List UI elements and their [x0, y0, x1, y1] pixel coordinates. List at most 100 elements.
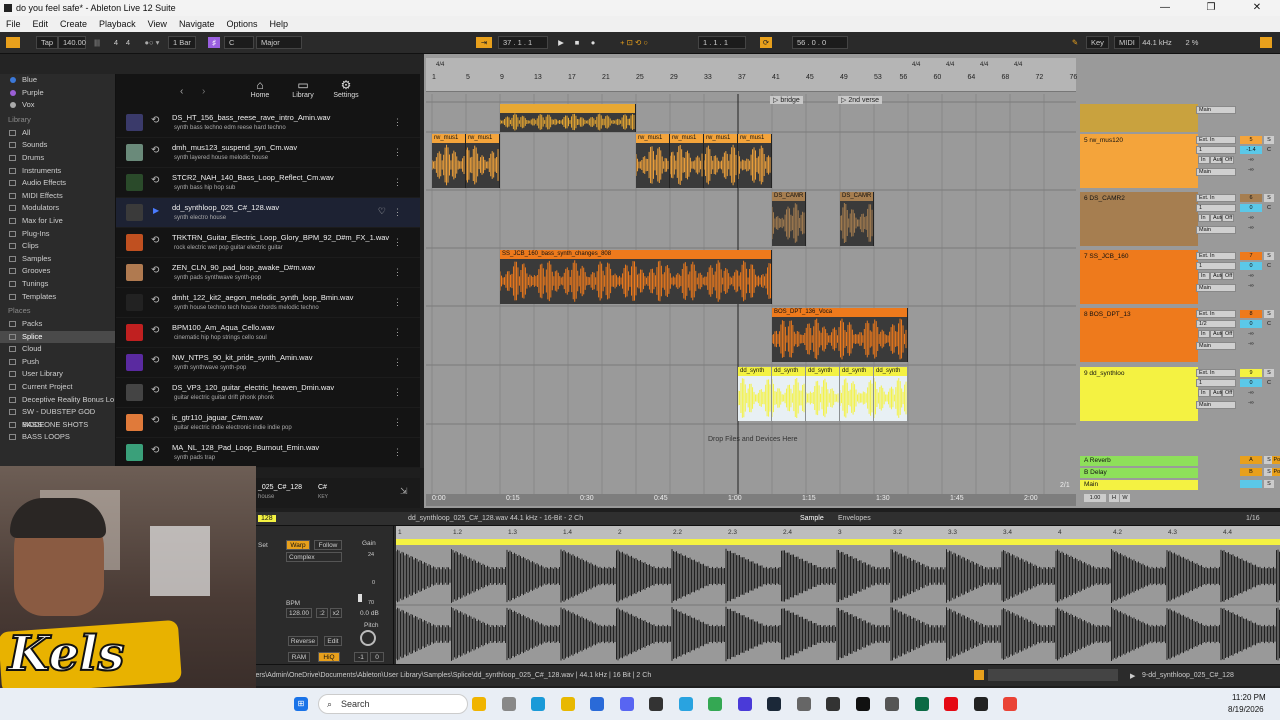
color-tag-purple[interactable]: Purple [0, 87, 115, 100]
half-tempo-button[interactable]: :2 [316, 608, 328, 618]
record-icon[interactable]: ● [588, 37, 598, 48]
more-icon[interactable]: ⋮ [393, 117, 402, 128]
monitor-off[interactable]: Off [1222, 330, 1234, 338]
play-icon[interactable]: ▶ [153, 206, 159, 215]
close-button[interactable]: ✕ [1234, 0, 1280, 16]
color-tag-blue[interactable]: Blue [0, 74, 115, 87]
settings-icon[interactable] [796, 697, 811, 711]
monitor-off[interactable]: Off [1222, 214, 1234, 222]
send-b[interactable]: -∞ [1240, 224, 1262, 232]
places-item-sw---dubstep-god-mode[interactable]: SW - DUBSTEP GOD MODE [0, 406, 115, 429]
arrangement-clip[interactable]: rw_mus1 [704, 134, 738, 188]
edit-button[interactable]: Edit [324, 636, 342, 646]
track-header[interactable]: 8 BOS_DPT_13 [1080, 308, 1198, 362]
overview-scrubber[interactable] [988, 669, 1118, 681]
scale-mode-icon[interactable]: ♯ [208, 37, 220, 48]
store-icon[interactable] [590, 697, 604, 711]
menu-view[interactable]: View [148, 19, 167, 29]
library-item-modulators[interactable]: Modulators [0, 202, 115, 215]
ram-button[interactable]: RAM [288, 652, 310, 662]
more-icon[interactable]: ⋮ [393, 297, 402, 308]
arrangement-clip[interactable]: dd_synth [738, 367, 772, 421]
bar-ruler[interactable]: 1 5 9 13 17 21 25 29 33 37 41 45 49 53 56 60 64 68 72 76 4/4… [426, 58, 1077, 92]
menu-options[interactable]: Options [226, 19, 257, 29]
file-explorer-icon[interactable] [472, 697, 486, 711]
library-item-all[interactable]: All [0, 127, 115, 140]
send-b[interactable]: -∞ [1240, 166, 1262, 174]
volume-field[interactable]: 0 [1240, 320, 1262, 328]
track-activator[interactable]: 9 [1240, 369, 1262, 377]
output-select[interactable]: Main [1196, 168, 1236, 176]
windows-start-icon[interactable]: ⊞ [294, 697, 308, 711]
arrangement-clip[interactable]: dd_synth [772, 367, 806, 421]
more-icon[interactable]: ⋮ [393, 327, 402, 338]
menu-create[interactable]: Create [60, 19, 87, 29]
back-arrow-icon[interactable]: ‹ [180, 86, 183, 97]
library-item-tunings[interactable]: Tunings [0, 278, 115, 291]
library-item-instruments[interactable]: Instruments [0, 165, 115, 178]
loop-brace[interactable] [396, 539, 1280, 545]
arrangement-clip[interactable]: DS_CAMR [840, 192, 874, 246]
send-b[interactable]: -∞ [1240, 282, 1262, 290]
output-select[interactable]: Main [1196, 401, 1236, 409]
library-item-samples[interactable]: Samples [0, 253, 115, 266]
input-select[interactable]: Ext. In [1196, 136, 1236, 144]
arrangement-clip[interactable]: rw_mus1 [432, 134, 466, 188]
grid-quantize[interactable]: 1/16 [1246, 515, 1260, 522]
sample-row[interactable]: ⟲ dmht_122_kit2_aegon_melodic_synth_loop_… [116, 288, 420, 318]
return-track-header[interactable]: Main [1080, 480, 1198, 490]
return-track-header[interactable]: A Reverb [1080, 456, 1198, 466]
midi-map-button[interactable]: MIDI [1114, 36, 1140, 49]
metronome-grid-icon[interactable]: ||| [88, 37, 106, 48]
proton-vpn-icon[interactable] [737, 697, 752, 711]
netflix-icon[interactable] [944, 697, 958, 711]
bpm-field[interactable]: 128.00 [286, 608, 312, 618]
library-item-sounds[interactable]: Sounds [0, 139, 115, 152]
gain-value[interactable]: 0.0 dB [360, 610, 379, 617]
tradingview-icon[interactable] [914, 697, 929, 711]
more-icon[interactable]: ⋮ [393, 357, 402, 368]
pan-field[interactable]: C [1264, 146, 1274, 154]
solo-button[interactable]: S [1264, 310, 1274, 318]
pitch-knob-icon[interactable] [360, 630, 376, 646]
send-a[interactable]: -∞ [1240, 214, 1262, 222]
menu-edit[interactable]: Edit [33, 19, 49, 29]
arrangement-clip[interactable]: dd_synth [806, 367, 840, 421]
monitor-auto[interactable]: Auto [1210, 214, 1224, 222]
send-b[interactable]: -∞ [1240, 399, 1262, 407]
track-activator[interactable]: 7 [1240, 252, 1262, 260]
more-icon[interactable]: ⋮ [393, 267, 402, 278]
arrangement-clip[interactable]: dd_synth [874, 367, 908, 421]
track-header[interactable]: 9 dd_synthloo [1080, 367, 1198, 421]
sample-row[interactable]: ⟲ NW_NTPS_90_kit_pride_synth_Amin.wav synt… [116, 348, 420, 378]
pan-field[interactable]: C [1264, 320, 1274, 328]
play-icon[interactable]: ▶ [556, 37, 566, 48]
stop-icon[interactable]: ■ [572, 37, 582, 48]
return-activator[interactable]: A [1240, 456, 1262, 464]
arrangement-clip[interactable]: rw_mus1 [738, 134, 772, 188]
sample-row[interactable]: ⟲ BPM100_Am_Aqua_Cello.wav cinematic hip h… [116, 318, 420, 348]
monitor-off[interactable]: Off [1222, 272, 1234, 280]
arrangement-clip[interactable]: BOS_DPT_136_Voca [772, 308, 908, 362]
track-header[interactable]: 6 DS_CAMR2 [1080, 192, 1198, 246]
places-item-splice[interactable]: Splice [0, 330, 115, 344]
pan-field[interactable]: C [1264, 262, 1274, 270]
input-select[interactable]: Ext. In [1196, 310, 1236, 318]
track-header[interactable]: 7 SS_JCB_160 [1080, 250, 1198, 304]
draw-mode-icon[interactable]: ✎ [1070, 37, 1080, 48]
capcut-icon[interactable] [973, 697, 988, 711]
key-map-button[interactable]: Key [1086, 36, 1109, 49]
sample-row[interactable]: ⟲ DS_HT_156_bass_reese_rave_intro_Amin.wa… [116, 108, 420, 138]
io-toggle-icon[interactable] [1260, 37, 1272, 48]
obs-icon[interactable] [649, 697, 663, 711]
drag-to-daw-icon[interactable]: ⇲ [400, 486, 408, 497]
output-select[interactable]: Main [1196, 226, 1236, 234]
sample-row[interactable]: ⟲ dmh_mus123_suspend_syn_Cm.wav synth laye… [116, 138, 420, 168]
zoom-button[interactable]: 1.00 [1084, 494, 1106, 502]
sample-row[interactable]: ⟲ ZEN_CLN_90_pad_loop_awake_D#m.wav synth … [116, 258, 420, 288]
forward-arrow-icon[interactable]: › [202, 86, 205, 97]
pitch-fine-field[interactable]: 0 [370, 652, 384, 662]
library-item-templates[interactable]: Templates [0, 291, 115, 304]
places-item-packs[interactable]: Packs [0, 318, 115, 331]
overview-toggle-icon[interactable] [6, 37, 20, 48]
